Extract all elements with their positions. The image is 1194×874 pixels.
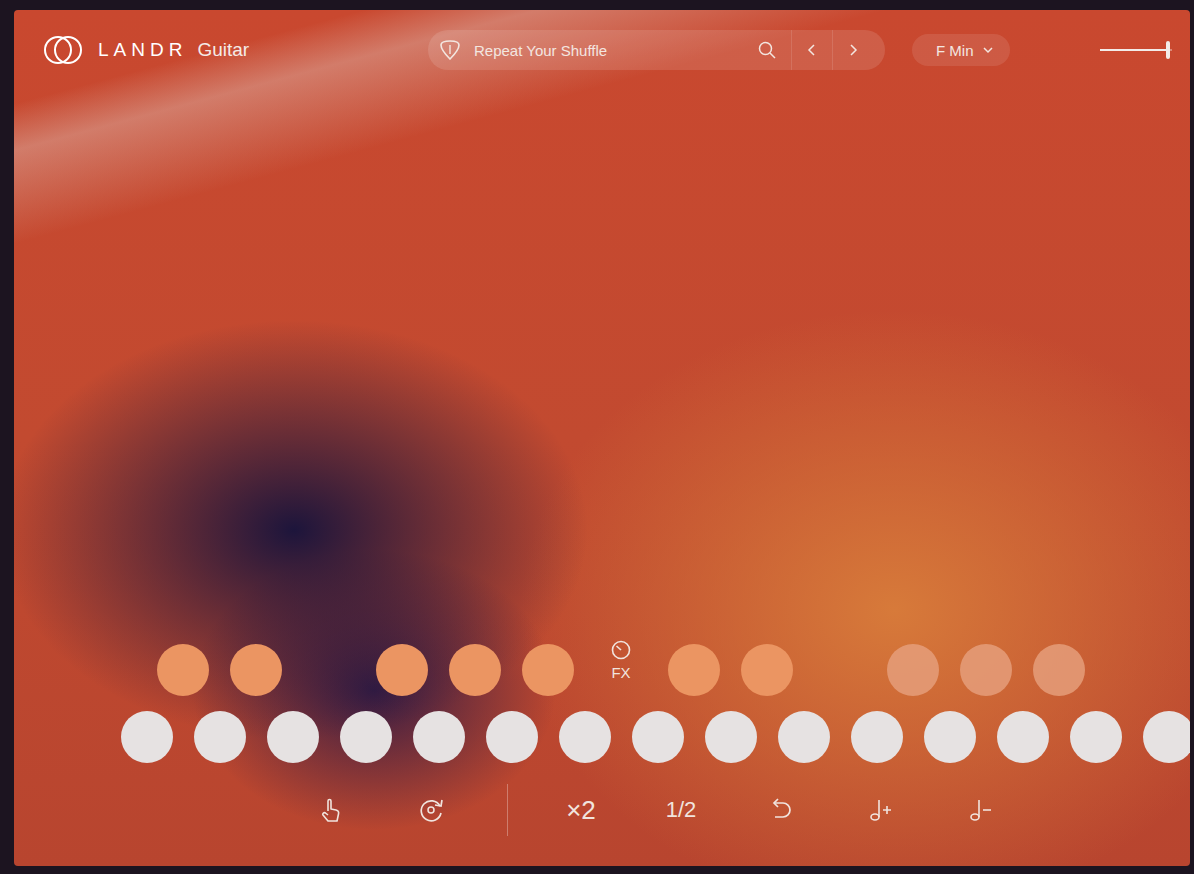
touch-hand-icon <box>316 795 346 825</box>
preset-browser: Repeat Your Shuffle <box>428 30 885 70</box>
half-label: 1/2 <box>666 797 697 823</box>
volume-slider[interactable] <box>1100 39 1178 61</box>
half-speed-button[interactable]: 1/2 <box>631 797 731 823</box>
plugin-window: LANDR Guitar Repeat Your Shuffle F Min FX ×2 1… <box>0 0 1194 874</box>
chord-pad[interactable] <box>1033 644 1085 696</box>
volume-thumb[interactable] <box>1166 41 1170 59</box>
chord-pad[interactable] <box>887 644 939 696</box>
next-icon[interactable] <box>845 42 861 58</box>
preset-divider <box>791 30 792 70</box>
fx-button[interactable]: FX <box>610 639 632 681</box>
note-keys <box>14 711 1190 763</box>
volume-fill <box>1100 49 1168 51</box>
key-label: F Min <box>936 42 974 59</box>
note-key[interactable] <box>486 711 538 763</box>
loop-icon <box>415 795 447 825</box>
chord-pad[interactable] <box>522 644 574 696</box>
note-remove-button[interactable] <box>931 795 1031 825</box>
fx-knob-icon <box>610 639 632 661</box>
note-plus-icon <box>866 795 896 825</box>
double-label: ×2 <box>566 795 596 826</box>
note-key[interactable] <box>559 711 611 763</box>
note-key[interactable] <box>413 711 465 763</box>
note-key[interactable] <box>997 711 1049 763</box>
landr-logo-icon <box>44 34 82 66</box>
preset-name[interactable]: Repeat Your Shuffle <box>474 42 757 59</box>
note-minus-icon <box>966 795 996 825</box>
note-key[interactable] <box>1143 711 1190 763</box>
note-key[interactable] <box>121 711 173 763</box>
note-key[interactable] <box>778 711 830 763</box>
toolbar: ×2 1/2 <box>14 783 1190 837</box>
note-key[interactable] <box>340 711 392 763</box>
toolbar-divider <box>507 784 508 836</box>
chord-pad[interactable] <box>449 644 501 696</box>
preset-divider <box>832 30 833 70</box>
loop-button[interactable] <box>381 795 481 825</box>
chord-pad[interactable] <box>376 644 428 696</box>
undo-button[interactable] <box>731 796 831 824</box>
chord-pad[interactable] <box>230 644 282 696</box>
chevron-down-icon <box>982 44 994 56</box>
header: LANDR Guitar Repeat Your Shuffle F Min <box>14 10 1190 90</box>
note-key[interactable] <box>705 711 757 763</box>
brand: LANDR Guitar <box>44 34 428 66</box>
note-key[interactable] <box>1070 711 1122 763</box>
note-key[interactable] <box>924 711 976 763</box>
volume-track <box>1100 49 1172 51</box>
chord-pad[interactable] <box>960 644 1012 696</box>
double-speed-button[interactable]: ×2 <box>531 795 631 826</box>
guitar-panel: LANDR Guitar Repeat Your Shuffle F Min FX ×2 1… <box>14 10 1190 866</box>
brand-name: LANDR <box>98 39 187 61</box>
note-key[interactable] <box>194 711 246 763</box>
previous-icon[interactable] <box>804 42 820 58</box>
note-key[interactable] <box>632 711 684 763</box>
note-add-button[interactable] <box>831 795 931 825</box>
guitar-pick-icon[interactable] <box>438 38 462 62</box>
fx-label: FX <box>611 664 630 681</box>
undo-icon <box>766 796 796 824</box>
chord-pads: FX <box>14 644 1190 696</box>
touch-button[interactable] <box>281 795 381 825</box>
note-key[interactable] <box>267 711 319 763</box>
chord-pad[interactable] <box>157 644 209 696</box>
chord-pad[interactable] <box>668 644 720 696</box>
product-name: Guitar <box>197 39 249 61</box>
search-icon[interactable] <box>757 40 777 60</box>
key-select[interactable]: F Min <box>912 34 1010 66</box>
note-key[interactable] <box>851 711 903 763</box>
chord-pad[interactable] <box>741 644 793 696</box>
